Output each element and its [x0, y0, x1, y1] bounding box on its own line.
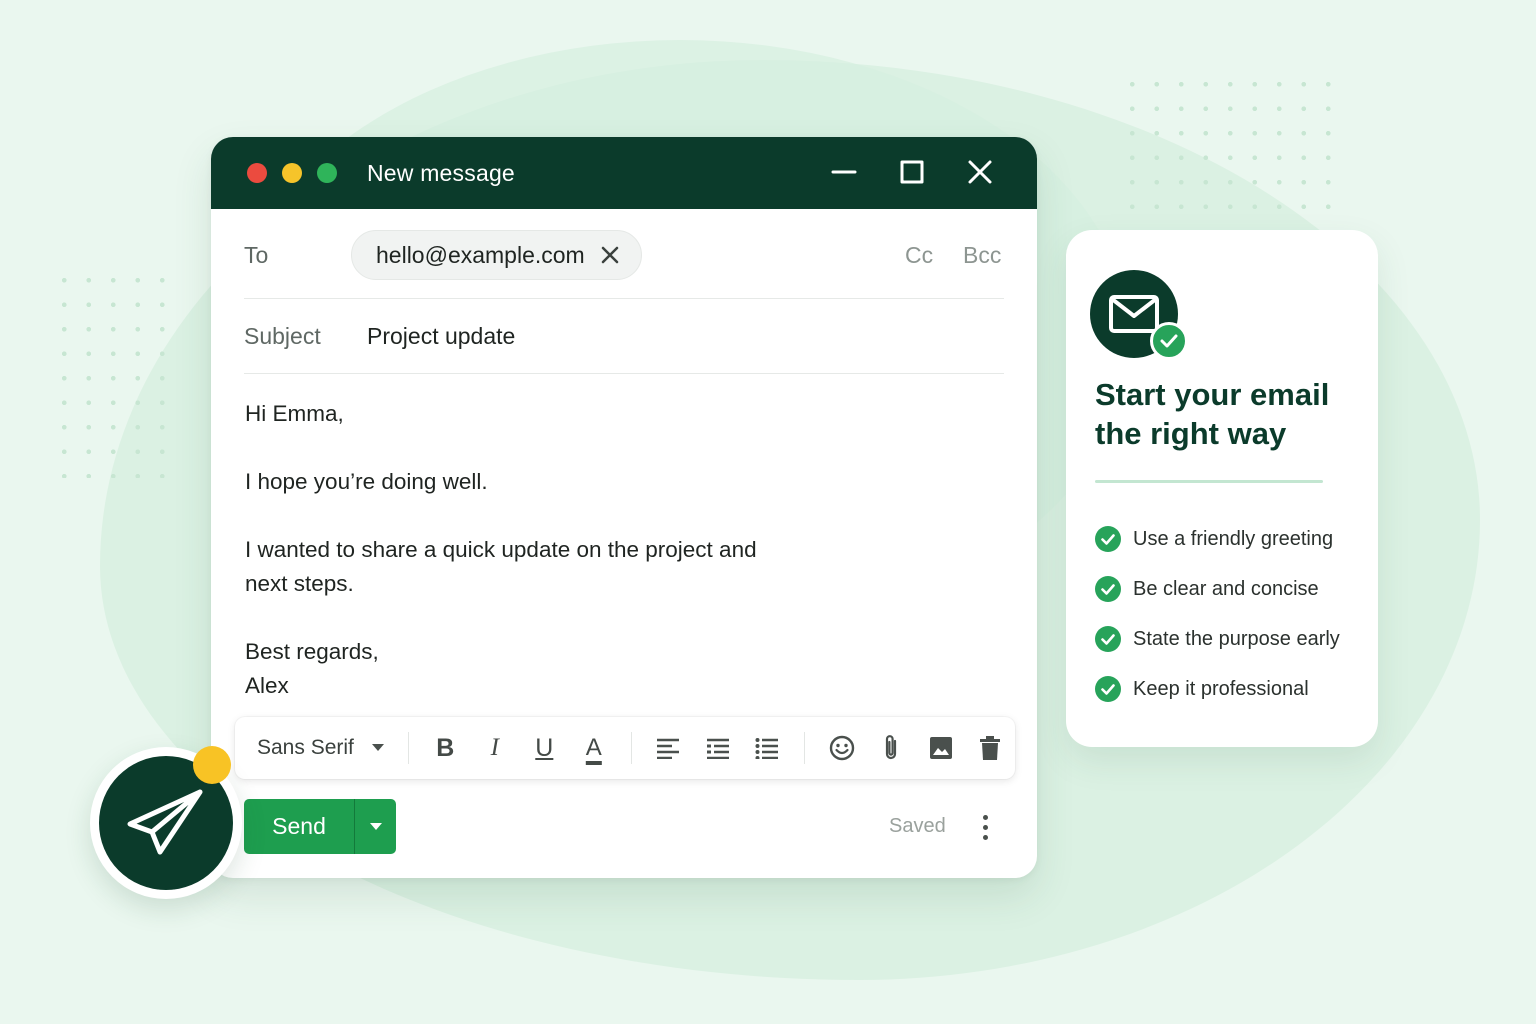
tips-title: Start your email the right way [1095, 377, 1330, 451]
bcc-button[interactable]: Bcc [963, 242, 1001, 269]
cc-button[interactable]: Cc [905, 242, 933, 269]
text-color-icon[interactable]: A [569, 728, 619, 768]
tips-list: Use a friendly greeting Be clear and con… [1095, 514, 1340, 714]
body-closing: Best regards, [245, 639, 379, 664]
body-line: I hope you’re doing well. [245, 469, 488, 494]
more-options-icon[interactable] [971, 809, 999, 845]
check-icon [1150, 322, 1188, 360]
dot-pattern [1120, 72, 1340, 217]
toolbar-divider [407, 732, 409, 764]
compose-titlebar: New message [211, 137, 1037, 209]
traffic-light-minimize[interactable] [282, 163, 302, 183]
toolbar-divider [804, 732, 806, 764]
check-icon [1095, 626, 1121, 652]
body-signature: Alex [245, 673, 289, 698]
close-icon[interactable] [963, 155, 997, 189]
trash-icon[interactable] [966, 728, 1016, 768]
to-label: To [244, 242, 269, 268]
maximize-icon[interactable] [895, 155, 929, 189]
minimize-icon[interactable] [827, 155, 861, 189]
numbered-list-icon[interactable] [693, 728, 743, 768]
notification-dot [193, 746, 231, 784]
message-body[interactable]: Hi Emma, I hope you’re doing well. I wan… [245, 397, 757, 703]
remove-recipient-icon[interactable] [601, 246, 619, 264]
bulleted-list-icon[interactable] [743, 728, 793, 768]
subject-input[interactable]: Project update [367, 323, 515, 350]
paper-plane-icon [127, 789, 203, 855]
image-icon[interactable] [916, 728, 966, 768]
body-line: I wanted to share a quick update on the … [245, 537, 757, 562]
align-left-icon[interactable] [644, 728, 694, 768]
save-status: Saved [889, 815, 946, 837]
bold-icon[interactable]: B [421, 728, 471, 768]
check-icon [1095, 676, 1121, 702]
body-greeting: Hi Emma, [245, 401, 344, 426]
list-item: Keep it professional [1095, 664, 1340, 714]
font-select[interactable]: Sans Serif [257, 736, 396, 760]
send-button-group: Send [244, 799, 396, 854]
list-item: Be clear and concise [1095, 564, 1340, 614]
traffic-light-zoom[interactable] [317, 163, 337, 183]
chevron-down-icon [371, 744, 384, 751]
divider [244, 373, 1004, 374]
compose-window: New message To hello@example.com Cc Bcc … [211, 137, 1037, 878]
font-select-value: Sans Serif [257, 736, 354, 759]
list-item: State the purpose early [1095, 614, 1340, 664]
dot-pattern [52, 268, 172, 478]
check-icon [1095, 526, 1121, 552]
send-options-button[interactable] [354, 799, 396, 854]
recipient-chip[interactable]: hello@example.com [351, 230, 642, 280]
formatting-toolbar: Sans Serif B I U A [235, 717, 1015, 779]
toolbar-divider [630, 732, 632, 764]
emoji-icon[interactable] [817, 728, 867, 768]
list-item: Use a friendly greeting [1095, 514, 1340, 564]
subject-label: Subject [244, 323, 321, 349]
recipient-email: hello@example.com [376, 241, 585, 268]
divider [1095, 480, 1323, 483]
attach-icon[interactable] [867, 728, 917, 768]
traffic-light-close[interactable] [247, 163, 267, 183]
body-line: next steps. [245, 571, 354, 596]
divider [244, 298, 1004, 299]
chevron-down-icon [369, 822, 382, 830]
check-icon [1095, 576, 1121, 602]
underline-icon[interactable]: U [520, 728, 570, 768]
window-title: New message [367, 159, 515, 186]
tips-card: Start your email the right way Use a fri… [1066, 230, 1378, 747]
italic-icon[interactable]: I [470, 728, 520, 768]
send-button[interactable]: Send [244, 799, 354, 854]
